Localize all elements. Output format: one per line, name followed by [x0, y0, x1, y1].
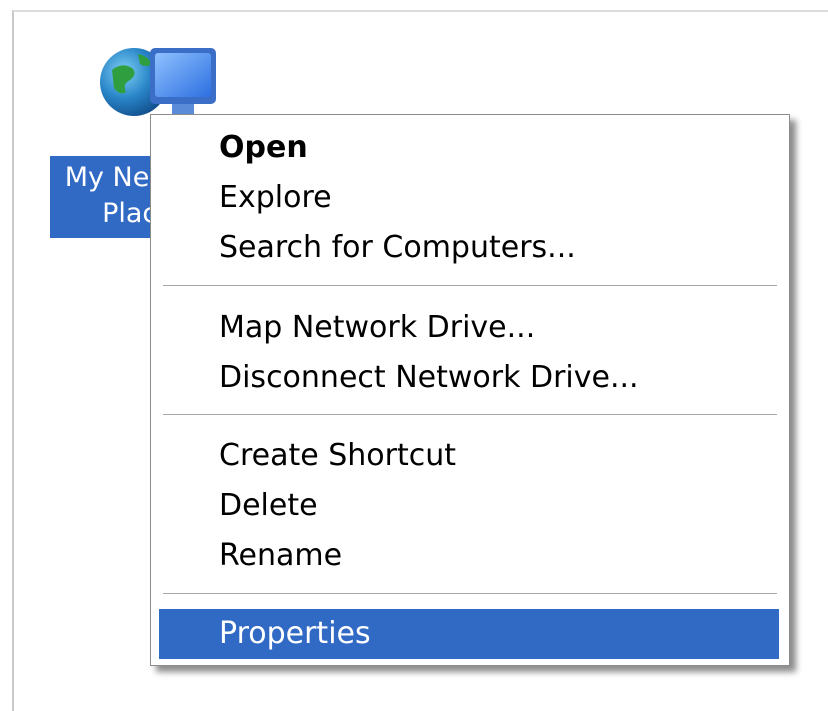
context-menu: Open Explore Search for Computers... Map… [150, 114, 790, 666]
menu-item-explore[interactable]: Explore [159, 173, 779, 223]
menu-separator [163, 414, 777, 416]
menu-item-disconnect-network-drive[interactable]: Disconnect Network Drive... [159, 353, 779, 403]
menu-item-create-shortcut[interactable]: Create Shortcut [159, 431, 779, 481]
menu-item-rename[interactable]: Rename [159, 531, 779, 581]
menu-item-open[interactable]: Open [159, 123, 779, 173]
menu-item-delete[interactable]: Delete [159, 481, 779, 531]
menu-item-map-network-drive[interactable]: Map Network Drive... [159, 303, 779, 353]
menu-item-properties[interactable]: Properties [159, 609, 779, 659]
menu-separator [163, 285, 777, 287]
menu-separator [163, 593, 777, 595]
menu-item-search-for-computers[interactable]: Search for Computers... [159, 223, 779, 273]
